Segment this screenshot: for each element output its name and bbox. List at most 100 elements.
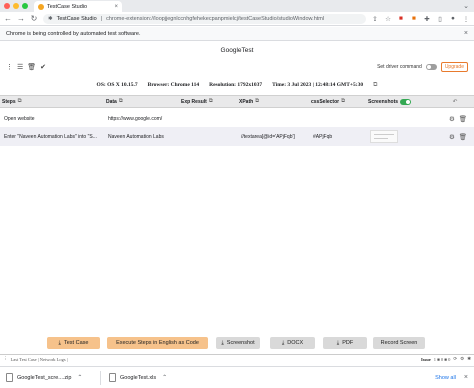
star-icon[interactable]: ☆ [384, 15, 392, 23]
driver-command-label: Set driver command [377, 63, 422, 70]
driver-command-toggle[interactable] [425, 63, 437, 70]
browser-tab[interactable]: TestCase Studio × [34, 1, 122, 12]
env-time: Time: 3 Jul 2023 | 12:48:14 GMT+5:30 [272, 82, 364, 88]
env-browser: Browser: Chrome 114 [147, 82, 200, 88]
undo-icon[interactable]: ↶ [453, 99, 458, 105]
screenshot-thumbnail[interactable] [370, 130, 398, 143]
test-case-label: Test Case [63, 340, 89, 346]
copy-icon[interactable]: ⧉ [209, 98, 213, 105]
environment-info: OS: OS X 10.15.7 Browser: Chrome 114 Res… [0, 79, 474, 91]
bug-icon[interactable]: ✱ [467, 356, 471, 362]
reload-icon[interactable]: ↻ [30, 14, 38, 23]
col-screenshots: Screenshots [366, 96, 434, 107]
col-actions: ↶ [434, 96, 474, 107]
extension-red-icon[interactable]: ■ [397, 15, 405, 22]
extension-puzzle-icon: ✱ [48, 15, 53, 22]
col-xpath: XPath ⧉ [237, 96, 309, 107]
automation-info-bar: Chrome is being controlled by automated … [0, 27, 474, 41]
download-icon: ⤓ [281, 339, 285, 346]
devtools-tabs-text[interactable]: Last Test Case | Network Logs | [11, 357, 68, 362]
back-icon[interactable]: ← [4, 14, 12, 23]
col-css-label: cssSelector [311, 98, 340, 105]
copy-icon[interactable]: ⧉ [18, 98, 22, 105]
menu-kebab-icon[interactable]: ⋮ [462, 15, 470, 23]
screenshot-button[interactable]: ⤓ Screenshot [216, 337, 260, 349]
check-circle-icon[interactable]: ✔ [40, 63, 46, 71]
pdf-button[interactable]: ⤓ PDF [323, 337, 367, 349]
table-row[interactable]: Enter "Naveen Automation Labs" into "S..… [0, 127, 474, 146]
screenshots-toggle[interactable] [400, 98, 412, 105]
upgrade-button[interactable]: Upgrade [440, 61, 468, 72]
profile-icon[interactable]: ● [449, 15, 457, 22]
refresh-icon[interactable]: ⟳ [453, 356, 457, 362]
docx-button[interactable]: ⤓ DOCX [270, 337, 315, 349]
omnibox-site-name: TestCase Studio [56, 15, 97, 22]
panel-tabs-icon[interactable]: ⋮ [3, 356, 8, 362]
env-os: OS: OS X 10.15.7 [96, 82, 138, 88]
record-label: Record Screen [380, 340, 418, 346]
record-screen-button[interactable]: Record Screen [373, 337, 425, 349]
share-icon[interactable]: ⇪ [371, 15, 379, 23]
settings-icon[interactable]: ⚙ [449, 115, 455, 123]
downloads-shelf: GoogleTest_scre....zip ⌃ GoogleTest.xls … [0, 366, 474, 388]
download-filename: GoogleTest_scre....zip [17, 374, 72, 381]
row-actions: ⚙ 🗑 [434, 115, 474, 123]
cell-steps[interactable]: Enter "Naveen Automation Labs" into "S..… [0, 134, 104, 140]
omnibox-separator: | [100, 15, 103, 22]
cell-data[interactable]: Naveen Automation Labs [104, 134, 179, 140]
sliders-icon[interactable]: ☰ [17, 63, 23, 71]
col-steps-label: Steps [2, 98, 16, 105]
table-row[interactable]: Open website https://www.google.com/ ⚙ 🗑 [0, 110, 474, 127]
extension-orange-icon[interactable]: ■ [410, 15, 418, 22]
execute-steps-button[interactable]: Execute Steps in English as Code [107, 337, 208, 349]
col-screenshots-label: Screenshots [368, 98, 399, 105]
env-resolution: Resolution: 1792x1037 [209, 82, 263, 88]
xls-file-icon [109, 373, 116, 382]
infobar-close-button[interactable]: × [464, 30, 468, 37]
delete-icon[interactable]: 🗑 [459, 133, 467, 141]
steps-table-header: Steps ⧉ Data ⧉ Exp Result ⧉ XPath ⧉ cssS… [0, 95, 474, 108]
col-xpath-label: XPath [239, 98, 254, 105]
cell-xpath[interactable]: //textarea[@id='APjFqb'] [237, 134, 309, 140]
download-item[interactable]: GoogleTest.xls ⌃ [109, 373, 195, 382]
trash-icon[interactable]: 🗑 [27, 63, 36, 71]
cell-data[interactable]: https://www.google.com/ [104, 116, 179, 122]
test-case-button[interactable]: ⤓ Test Case [47, 337, 100, 349]
download-icon: ⤓ [221, 339, 224, 346]
tab-close-button[interactable]: × [114, 4, 118, 10]
chevron-up-icon[interactable]: ⌃ [77, 374, 82, 381]
copy-icon[interactable]: ⧉ [119, 98, 123, 105]
extensions-puzzle-icon[interactable]: ✚ [423, 15, 431, 23]
chevron-up-icon[interactable]: ⌃ [162, 374, 167, 381]
settings-icon[interactable]: ⚙ [460, 356, 464, 362]
delete-icon[interactable]: 🗑 [459, 115, 467, 123]
chevron-down-icon[interactable]: ⌄ [463, 2, 469, 10]
window-maximize-button[interactable] [22, 3, 28, 9]
download-icon: ⤓ [336, 339, 340, 346]
sidepanel-icon[interactable]: ▯ [436, 15, 444, 23]
shelf-close-button[interactable]: × [464, 374, 468, 381]
address-bar: ← → ↻ ✱ TestCase Studio | chrome-extensi… [0, 12, 474, 26]
download-filename: GoogleTest.xls [120, 374, 157, 381]
copy-icon[interactable]: ⧉ [341, 98, 345, 105]
omnibox[interactable]: ✱ TestCase Studio | chrome-extension://l… [43, 13, 366, 24]
copy-icon[interactable]: ⧉ [255, 98, 259, 105]
issue-label[interactable]: Issue [421, 357, 431, 362]
cell-css[interactable]: #APjFqb [309, 134, 366, 140]
screenshot-label: Screenshot [226, 340, 255, 346]
show-all-link[interactable]: Show all [435, 375, 456, 381]
window-close-button[interactable] [4, 3, 10, 9]
col-data: Data ⧉ [104, 96, 179, 107]
forward-icon[interactable]: → [17, 14, 25, 23]
window-minimize-button[interactable] [13, 3, 19, 9]
kebab-menu-icon[interactable]: ⋮ [6, 63, 13, 71]
settings-icon[interactable]: ⚙ [449, 133, 455, 141]
col-steps: Steps ⧉ [0, 96, 104, 107]
pdf-label: PDF [342, 340, 354, 346]
col-exp-result: Exp Result ⧉ [179, 96, 237, 107]
zip-file-icon [6, 373, 13, 382]
cell-steps[interactable]: Open website [0, 116, 104, 122]
copy-icon[interactable]: ⧉ [373, 82, 377, 89]
download-item[interactable]: GoogleTest_scre....zip ⌃ [6, 373, 92, 382]
col-data-label: Data [106, 98, 117, 105]
